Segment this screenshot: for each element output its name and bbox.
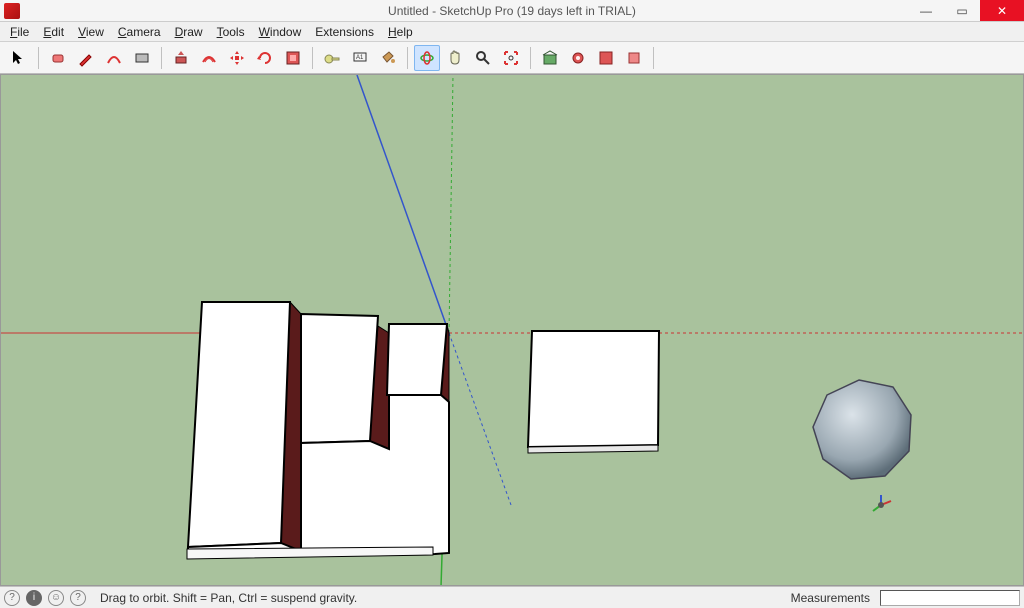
menu-view[interactable]: View [72, 23, 110, 41]
menu-extensions-label: Extensions [315, 25, 374, 39]
model-sphere [813, 380, 911, 479]
help-icon[interactable]: ? [4, 590, 20, 606]
menu-camera[interactable]: Camera [112, 23, 167, 41]
window-controls: — ▭ ✕ [908, 0, 1024, 21]
menu-draw[interactable]: Draw [169, 23, 209, 41]
bucket-icon [379, 49, 397, 67]
rotate-icon [256, 49, 274, 67]
select-tool[interactable] [6, 45, 32, 71]
eraser-icon [49, 49, 67, 67]
location-icon [625, 49, 643, 67]
maximize-button[interactable]: ▭ [944, 0, 980, 21]
extwarehouse-tool[interactable] [565, 45, 591, 71]
model-rectangle [528, 331, 659, 453]
scale-icon [284, 49, 302, 67]
zoom-extents-icon [502, 49, 520, 67]
menu-edit[interactable]: Edit [37, 23, 70, 41]
rotate-tool[interactable] [252, 45, 278, 71]
toolbar-separator [530, 47, 531, 69]
user-icon[interactable]: ☺ [48, 590, 64, 606]
arc-tool[interactable] [101, 45, 127, 71]
toolbar-separator [407, 47, 408, 69]
info-icon[interactable]: i [26, 590, 42, 606]
zoom-tool[interactable] [470, 45, 496, 71]
svg-text:A1: A1 [356, 55, 364, 61]
text-icon: A1 [351, 49, 369, 67]
title-bar: Untitled - SketchUp Pro (19 days left in… [0, 0, 1024, 22]
line-tool[interactable] [73, 45, 99, 71]
geo-icon[interactable]: ? [70, 590, 86, 606]
close-button[interactable]: ✕ [980, 0, 1024, 21]
menu-tools[interactable]: Tools [211, 23, 251, 41]
zoomextents-tool[interactable] [498, 45, 524, 71]
rectangle-tool[interactable] [129, 45, 155, 71]
person-figure-icon [873, 495, 891, 511]
window-title: Untitled - SketchUp Pro (19 days left in… [0, 4, 1024, 18]
tapemeasure-tool[interactable] [319, 45, 345, 71]
pushpull-tool[interactable] [168, 45, 194, 71]
warehouse-icon [541, 49, 559, 67]
app-icon [4, 3, 20, 19]
zoom-icon [474, 49, 492, 67]
layout-tool[interactable] [593, 45, 619, 71]
orbit-icon [418, 49, 436, 67]
orbit-tool[interactable] [414, 45, 440, 71]
layout-icon [597, 49, 615, 67]
cursor-icon [10, 49, 28, 67]
viewport-3d[interactable] [0, 74, 1024, 586]
menu-bar: File Edit View Camera Draw Tools Window … [0, 22, 1024, 42]
model-extruded-lshape [187, 302, 449, 559]
status-bar: ? i ☺ ? Drag to orbit. Shift = Pan, Ctrl… [0, 586, 1024, 608]
menu-window[interactable]: Window [253, 23, 308, 41]
paintbucket-tool[interactable] [375, 45, 401, 71]
scene-canvas [1, 75, 1024, 586]
menu-extensions[interactable]: Extensions [309, 23, 380, 41]
eraser-tool[interactable] [45, 45, 71, 71]
scale-tool[interactable] [280, 45, 306, 71]
addlocation-tool[interactable] [621, 45, 647, 71]
status-hint: Drag to orbit. Shift = Pan, Ctrl = suspe… [100, 591, 357, 605]
tape-icon [323, 49, 341, 67]
hand-icon [446, 49, 464, 67]
axis-green-neg [449, 75, 453, 333]
minimize-button[interactable]: — [908, 0, 944, 21]
toolbar-separator [161, 47, 162, 69]
measurements-label: Measurements [791, 591, 870, 605]
arc-icon [105, 49, 123, 67]
measurements-input[interactable] [880, 590, 1020, 606]
text-tool[interactable]: A1 [347, 45, 373, 71]
move-tool[interactable] [224, 45, 250, 71]
menu-file[interactable]: File [4, 23, 35, 41]
pencil-icon [77, 49, 95, 67]
pan-tool[interactable] [442, 45, 468, 71]
rectangle-icon [133, 49, 151, 67]
offset-icon [200, 49, 218, 67]
axis-blue-up [357, 75, 449, 333]
axis-blue-down [449, 333, 511, 505]
menu-help[interactable]: Help [382, 23, 419, 41]
toolbar-separator [38, 47, 39, 69]
warehouse-tool[interactable] [537, 45, 563, 71]
move-icon [228, 49, 246, 67]
toolbar-separator [653, 47, 654, 69]
offset-tool[interactable] [196, 45, 222, 71]
toolbar: A1 [0, 42, 1024, 74]
gear-icon [569, 49, 587, 67]
toolbar-separator [312, 47, 313, 69]
pushpull-icon [172, 49, 190, 67]
